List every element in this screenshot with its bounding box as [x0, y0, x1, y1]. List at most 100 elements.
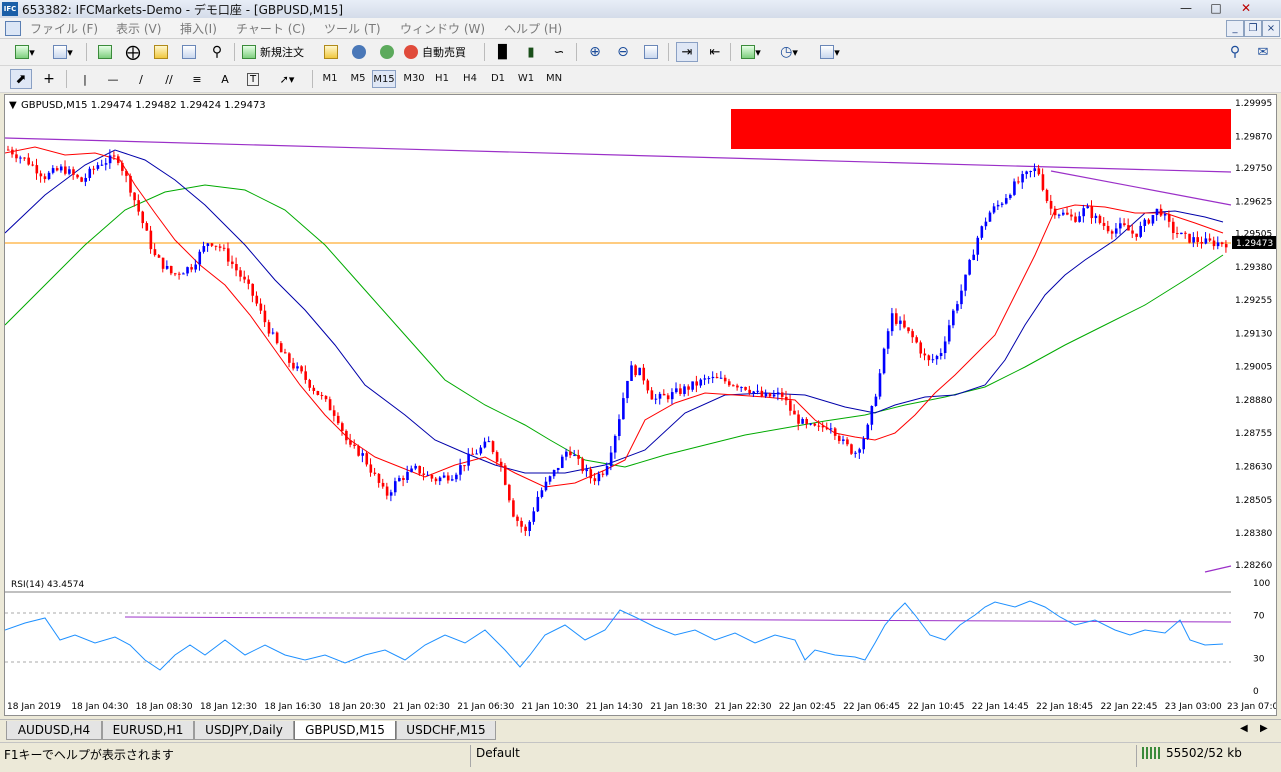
navigator-icon: [154, 45, 168, 59]
channel-tool[interactable]: ∕∕: [158, 69, 180, 89]
vertical-line-tool[interactable]: |: [74, 69, 96, 89]
candlestick-button[interactable]: ▮: [520, 42, 542, 62]
tf-m15[interactable]: M15: [372, 70, 396, 88]
signals-button[interactable]: [348, 42, 370, 62]
candle-body: [732, 385, 735, 387]
tab-gbpusd-m15[interactable]: GBPUSD,M15: [294, 721, 396, 740]
indicators-button[interactable]: ▾: [736, 42, 766, 62]
zoom-out-button[interactable]: ⊖: [612, 42, 634, 62]
candle-body: [186, 267, 189, 274]
navigator-button[interactable]: [150, 42, 172, 62]
search-button[interactable]: ⚲: [1224, 42, 1246, 62]
cursor-tool[interactable]: ⬈: [10, 69, 32, 89]
periods-button[interactable]: ◷ ▾: [774, 42, 804, 62]
tf-mn[interactable]: MN: [542, 70, 566, 88]
tf-h1[interactable]: H1: [430, 70, 454, 88]
fibonacci-tool[interactable]: ≡: [186, 69, 208, 89]
auto-trading-button[interactable]: 自動売買: [404, 42, 478, 62]
tf-d1[interactable]: D1: [486, 70, 510, 88]
line-chart-button[interactable]: ∽: [548, 42, 570, 62]
menu-insert[interactable]: 挿入(I): [180, 20, 217, 37]
signals-icon: [352, 45, 366, 59]
arrows-tool[interactable]: ➚ ▾: [270, 69, 304, 89]
templates-button[interactable]: ▾: [814, 42, 846, 62]
time-tick-label: 22 Jan 18:45: [1036, 702, 1093, 712]
menu-chart[interactable]: チャート (C): [236, 20, 305, 37]
crosshair-tool[interactable]: +: [38, 69, 60, 89]
candle-body: [560, 456, 564, 468]
candle-body: [129, 175, 132, 193]
tab-scroll-right-icon[interactable]: ▶: [1260, 723, 1268, 734]
market-watch-button[interactable]: [94, 42, 116, 62]
profiles-button[interactable]: ▾: [48, 42, 78, 62]
standard-toolbar: ▾ ▾ ⨁ ⚲ 新規注文 自動売買 ▉ ▮ ∽ ⊕ ⊖ ⇥ ⇤ ▾ ◷ ▾ ▾ ⚲…: [0, 39, 1281, 66]
new-chart-button[interactable]: ▾: [10, 42, 40, 62]
candle-body: [613, 436, 617, 453]
tab-audusd-h4[interactable]: AUDUSD,H4: [6, 721, 102, 740]
chart-window[interactable]: ▼ GBPUSD,M15 1.29474 1.29482 1.29424 1.2…: [4, 94, 1277, 716]
tab-usdjpy-daily[interactable]: USDJPY,Daily: [194, 721, 294, 740]
tab-eurusd-h1[interactable]: EURUSD,H1: [102, 721, 194, 740]
menu-help[interactable]: ヘルプ (H): [504, 20, 562, 37]
short-trendline[interactable]: [1050, 170, 1232, 206]
chart-shift-button[interactable]: ⇤: [704, 42, 726, 62]
candle-body: [821, 425, 825, 428]
terminal-icon: [182, 45, 196, 59]
tester-button[interactable]: ⚲: [206, 42, 228, 62]
metaeditor-button[interactable]: [320, 42, 342, 62]
auto-scroll-button[interactable]: ⇥: [676, 42, 698, 62]
candle-body: [426, 474, 430, 476]
tile-windows-button[interactable]: [640, 42, 662, 62]
tab-scroll-left-icon[interactable]: ◀: [1240, 723, 1248, 734]
close-icon[interactable]: ✕: [1232, 0, 1260, 16]
menu-view[interactable]: 表示 (V): [116, 20, 161, 37]
horizontal-line-tool[interactable]: —: [102, 69, 124, 89]
child-restore-icon[interactable]: ❐: [1244, 20, 1262, 37]
menu-file[interactable]: ファイル (F): [30, 20, 98, 37]
new-order-button[interactable]: 新規注文: [242, 42, 314, 62]
trendline-fragment[interactable]: [1204, 565, 1232, 573]
candle-body: [292, 362, 295, 369]
bar-chart-button[interactable]: ▉: [492, 42, 514, 62]
tf-m5[interactable]: M5: [346, 70, 370, 88]
tf-m1[interactable]: M1: [318, 70, 342, 88]
candle-body: [919, 342, 923, 354]
tf-h4[interactable]: H4: [458, 70, 482, 88]
chat-button[interactable]: ✉: [1252, 42, 1274, 62]
text-label-tool[interactable]: T: [242, 69, 264, 89]
tf-w1[interactable]: W1: [514, 70, 538, 88]
child-minimize-icon[interactable]: _: [1226, 20, 1244, 37]
candle-body: [406, 471, 409, 480]
menu-tools[interactable]: ツール (T): [324, 20, 381, 37]
candle-body: [508, 484, 511, 501]
candle-body: [442, 475, 446, 478]
candle-body: [687, 386, 690, 390]
red-zone-rectangle[interactable]: [731, 109, 1231, 149]
status-traffic[interactable]: 55502/52 kb: [1142, 746, 1242, 760]
child-close-icon[interactable]: ×: [1262, 20, 1280, 37]
auto-trading-label: 自動売買: [422, 46, 466, 59]
candle-body: [764, 393, 768, 397]
tab-usdchf-m15[interactable]: USDCHF,M15: [396, 721, 496, 740]
maximize-icon[interactable]: □: [1202, 0, 1230, 16]
menu-window[interactable]: ウィンドウ (W): [400, 20, 485, 37]
candle-body: [988, 212, 992, 222]
candle-body: [1110, 231, 1114, 234]
price-chart[interactable]: ▼ GBPUSD,M15 1.29474 1.29482 1.29424 1.2…: [5, 95, 1276, 715]
text-tool[interactable]: A: [214, 69, 236, 89]
tf-m30[interactable]: M30: [402, 70, 426, 88]
minimize-icon[interactable]: —: [1172, 0, 1200, 16]
candle-body: [593, 478, 597, 482]
market-button[interactable]: [376, 42, 398, 62]
candle-body: [882, 348, 886, 374]
trendline-tool[interactable]: ∕: [130, 69, 152, 89]
tile-windows-icon: [644, 45, 658, 59]
chart-collapse-icon[interactable]: ▼: [9, 100, 17, 111]
price-tick-label: 1.29625: [1235, 198, 1272, 208]
data-window-button[interactable]: ⨁: [122, 42, 144, 62]
candle-body: [1061, 212, 1065, 215]
candle-body: [133, 192, 136, 201]
terminal-button[interactable]: [178, 42, 200, 62]
candle-body: [850, 444, 853, 454]
zoom-in-button[interactable]: ⊕: [584, 42, 606, 62]
